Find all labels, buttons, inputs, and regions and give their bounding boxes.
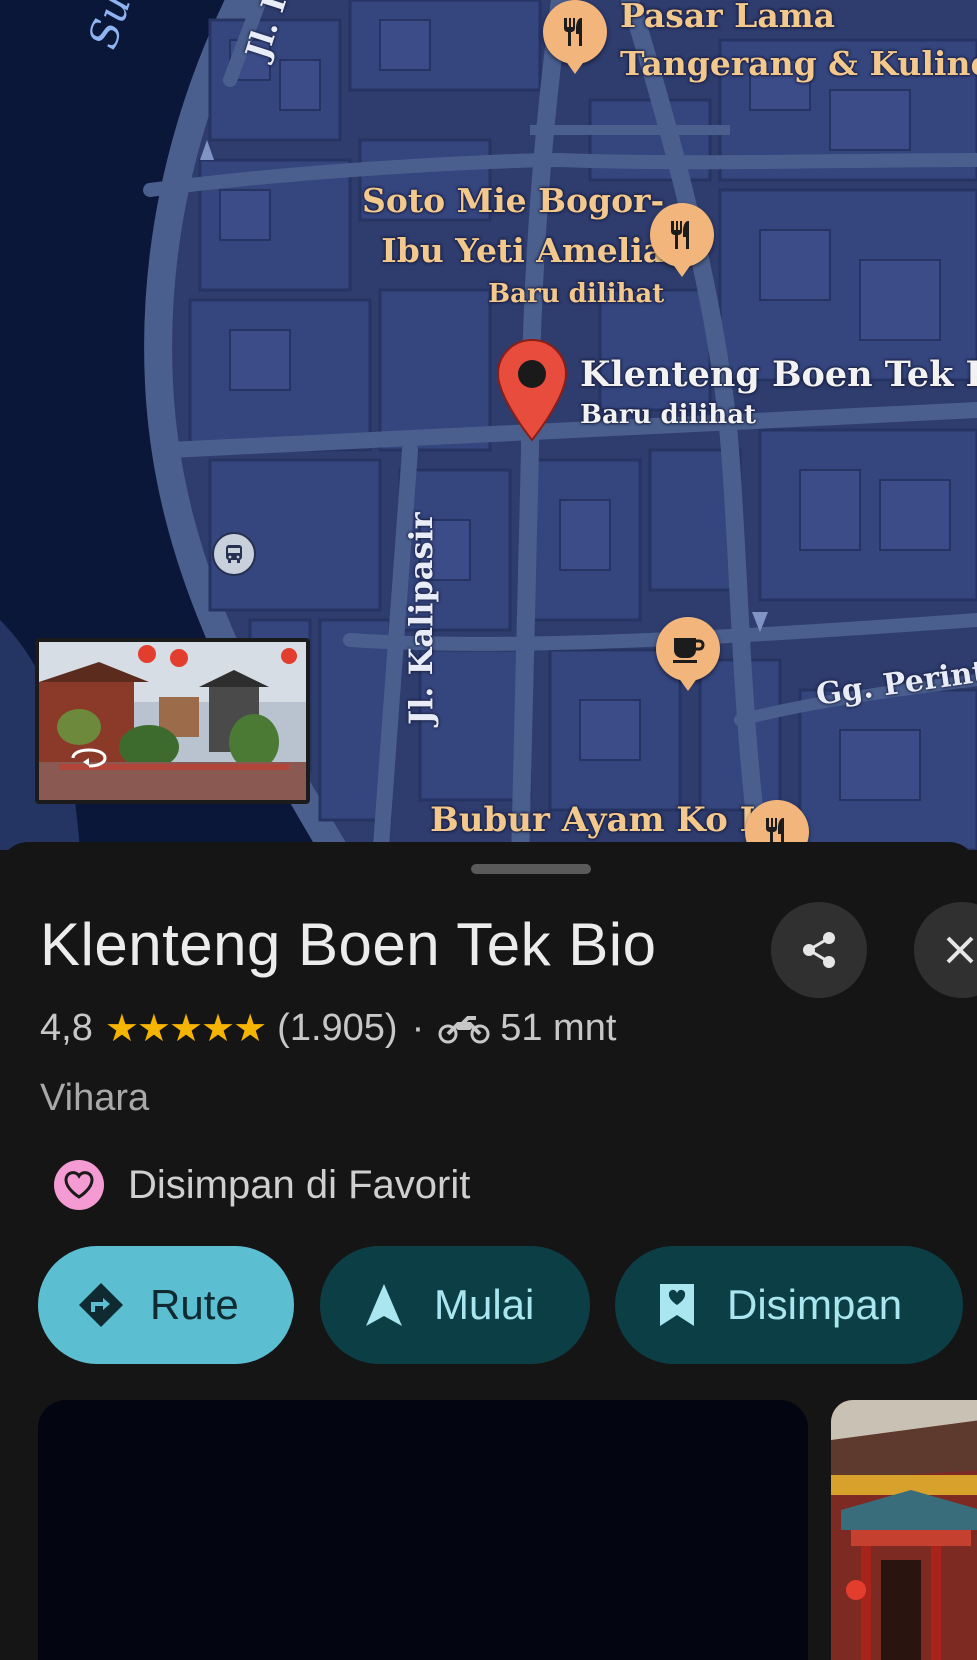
bus-icon[interactable] (212, 532, 256, 576)
place-subtitle: Baru dilihat (580, 400, 757, 430)
travel-time: 51 mnt (500, 1007, 617, 1049)
saved-list-label: Disimpan di Favorit (128, 1162, 471, 1207)
coffee-cup-icon[interactable] (656, 617, 720, 691)
place-label-klenteng[interactable]: Klenteng Boen Tek Bio Baru dilihat (580, 352, 977, 432)
saved-list-row[interactable]: Disimpan di Favorit (54, 1160, 470, 1210)
restaurant-icon[interactable] (543, 0, 607, 74)
photo-card-main[interactable] (38, 1400, 808, 1660)
directions-icon (79, 1283, 123, 1327)
place-line-2: Ibu Yeti Amelia (381, 231, 665, 270)
start-label: Mulai (434, 1281, 535, 1328)
rating-row[interactable]: 4,8 ★★★★★ (1.905) · 51 mnt (40, 1006, 616, 1051)
route-label: Rute (150, 1281, 239, 1328)
street-view-thumbnail[interactable] (35, 638, 310, 804)
share-button[interactable] (771, 902, 867, 998)
route-button[interactable]: Rute (38, 1246, 294, 1364)
cup-glyph (673, 638, 705, 663)
fork-knife-icon (671, 221, 689, 249)
fork-knife-icon (564, 18, 582, 46)
street-view-photo (39, 642, 306, 800)
rating-value: 4,8 (40, 1007, 93, 1049)
star-rating-icon: ★★★★★ (104, 1008, 267, 1050)
rotate-360-icon (71, 748, 107, 768)
place-title: Klenteng Boen Tek Bio (40, 911, 657, 978)
place-line-2: Tangerang & Kuliner (620, 44, 977, 83)
heart-icon (54, 1160, 104, 1210)
saved-button[interactable]: Disimpan (615, 1246, 963, 1364)
place-label-soto-mie[interactable]: Soto Mie Bogor- Ibu Yeti Amelia Baru dil… (362, 176, 664, 312)
restaurant-icon[interactable] (650, 203, 714, 277)
separator: · (411, 1007, 425, 1049)
place-line-1: Klenteng Boen Tek Bio (580, 354, 977, 395)
map-view[interactable]: Sungai C Jl. I Pasar Lama Tangerang & Ku… (0, 0, 977, 850)
photo-card-secondary[interactable] (831, 1400, 977, 1660)
start-button[interactable]: Mulai (320, 1246, 590, 1364)
review-count: (1.905) (277, 1007, 398, 1049)
place-subtitle: Baru dilihat (488, 279, 665, 309)
share-icon (803, 932, 835, 968)
place-category: Vihara (40, 1077, 150, 1119)
bookmark-heart-icon (660, 1284, 694, 1326)
red-pin-icon[interactable] (495, 338, 569, 444)
saved-label: Disimpan (727, 1281, 903, 1328)
temple-photo (831, 1400, 977, 1660)
place-label-pasar-lama[interactable]: Pasar Lama Tangerang & Kuliner (620, 0, 977, 88)
drag-handle[interactable] (471, 864, 591, 874)
close-button[interactable] (914, 902, 977, 998)
place-label-bubur[interactable]: Bubur Ayam Ko Iyo (430, 800, 798, 840)
place-line-1: Pasar Lama (620, 0, 836, 35)
place-details-sheet: Klenteng Boen Tek Bio 4,8 ★★★★★ (1.905) … (0, 842, 977, 1660)
navigation-arrow-icon (366, 1284, 402, 1326)
place-line-1: Soto Mie Bogor- (362, 181, 665, 220)
heart-glyph (64, 1171, 94, 1199)
motorcycle-icon (438, 1015, 490, 1043)
street-label-kalipasir: Jl. Kalipasir (402, 512, 440, 725)
close-icon (946, 936, 974, 964)
bus-glyph (226, 545, 242, 563)
